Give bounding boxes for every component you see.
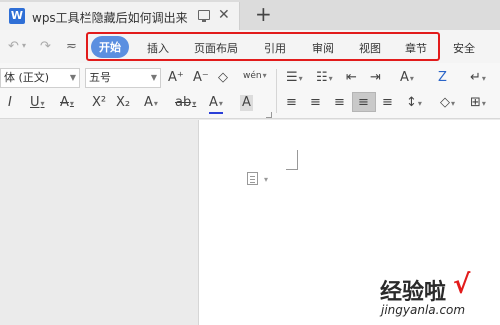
chinese-layout-icon[interactable]: A <box>400 70 414 87</box>
subscript-icon[interactable]: X₂ <box>116 95 130 111</box>
watermark-text: 经验啦 <box>380 280 447 305</box>
undo-icon[interactable]: ↶ <box>8 39 19 54</box>
borders-icon[interactable]: ⊞ <box>470 95 486 112</box>
numbering-icon[interactable]: ☷ <box>316 70 333 87</box>
wps-writer-icon: W <box>9 8 25 24</box>
clear-format-icon[interactable]: ◇ <box>218 70 228 86</box>
underline-icon[interactable]: U <box>30 95 45 112</box>
tab-close-icon[interactable]: ✕ <box>218 7 230 23</box>
shading-icon[interactable]: ◇ <box>440 95 455 112</box>
chevron-down-icon: ▼ <box>150 73 157 82</box>
watermark-url: jingyanla.com <box>381 303 466 317</box>
italic-icon[interactable]: I <box>8 95 12 111</box>
paragraph-layout-icon[interactable] <box>247 172 258 185</box>
customize-toolbar-icon[interactable]: ≂ <box>66 39 77 54</box>
font-name-value: 体 (正文) <box>4 71 50 84</box>
increase-indent-icon[interactable]: ⇥ <box>370 70 381 86</box>
show-marks-icon[interactable]: ↵ <box>470 70 486 87</box>
chevron-down-icon[interactable]: ▾ <box>264 175 268 184</box>
line-spacing-icon[interactable]: ↕ <box>406 95 422 112</box>
font-name-select[interactable]: 体 (正文) ▼ <box>0 68 80 88</box>
text-effect-icon[interactable]: A <box>144 95 158 112</box>
font-size-value: 五号 <box>89 71 111 84</box>
menu-highlight-frame <box>86 32 440 61</box>
ribbon-separator <box>276 69 277 113</box>
document-tab[interactable]: W wps工具栏隐藏后如何调出来 ✕ <box>0 2 240 30</box>
watermark-check: √ <box>453 270 471 300</box>
decrease-indent-icon[interactable]: ⇤ <box>346 70 357 86</box>
document-tab-title: wps工具栏隐藏后如何调出来 <box>32 11 188 25</box>
redo-icon[interactable]: ↷ <box>40 39 51 54</box>
strikethrough-icon[interactable]: A <box>60 95 74 112</box>
superscript-icon[interactable]: X² <box>92 95 106 111</box>
bullets-icon[interactable]: ☰ <box>286 70 303 87</box>
font-size-select[interactable]: 五号 ▼ <box>85 68 161 88</box>
menu-security[interactable]: 安全 <box>453 40 475 56</box>
sort-icon[interactable]: Z <box>438 70 447 86</box>
undo-more-icon[interactable]: ▾ <box>22 41 26 50</box>
tab-window-icon[interactable] <box>198 10 210 22</box>
new-tab-button[interactable]: + <box>255 2 272 26</box>
chevron-down-icon: ▼ <box>69 73 76 82</box>
shrink-font-icon[interactable]: A⁻ <box>193 70 209 86</box>
align-center-icon[interactable]: ≡ <box>310 95 321 111</box>
highlight-color-icon[interactable]: ab <box>175 95 196 112</box>
justify-icon: ≡ <box>358 95 369 110</box>
page-margin-marker <box>286 150 298 170</box>
font-color-icon[interactable]: A <box>209 95 223 114</box>
font-dialog-launcher-icon[interactable] <box>266 112 272 118</box>
document-background <box>0 120 198 325</box>
align-left-icon[interactable]: ≡ <box>286 95 297 111</box>
char-shading-icon[interactable]: A <box>240 95 253 111</box>
phonetic-guide-icon[interactable]: wén <box>243 68 267 84</box>
align-right-icon[interactable]: ≡ <box>334 95 345 111</box>
distributed-align-icon[interactable]: ≡ <box>382 95 393 111</box>
grow-font-icon[interactable]: A⁺ <box>168 70 184 86</box>
title-bar: W wps工具栏隐藏后如何调出来 ✕ + <box>0 0 500 30</box>
